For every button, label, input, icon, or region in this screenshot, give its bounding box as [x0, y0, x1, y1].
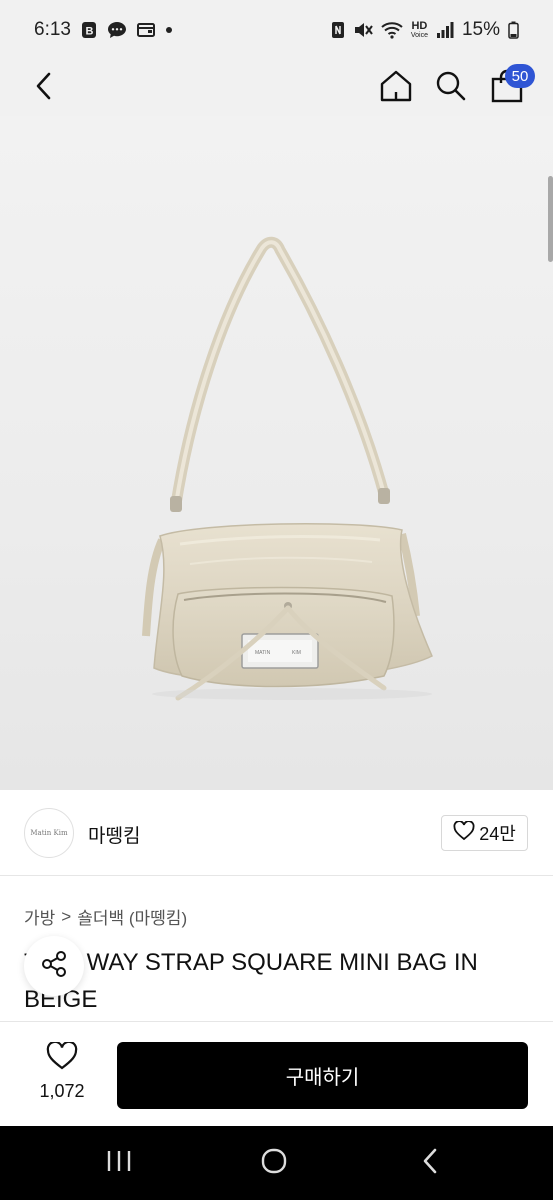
hd-voice-icon: HD Voice: [410, 20, 428, 40]
product-title: TWO WAY STRAP SQUARE MINI BAG IN BEIGE: [24, 949, 478, 1013]
nfc-icon: [331, 21, 345, 39]
home-nav-button[interactable]: [244, 1144, 304, 1182]
dot-icon: [165, 26, 173, 34]
signal-icon: [436, 21, 454, 39]
back-chevron-icon: [421, 1147, 439, 1180]
recent-apps-icon: [106, 1149, 132, 1178]
scrollbar-thumb[interactable]: [548, 176, 553, 262]
breadcrumb-separator: >: [61, 906, 72, 926]
home-circle-icon: [260, 1147, 288, 1180]
search-button[interactable]: [429, 66, 473, 110]
home-button[interactable]: [374, 66, 418, 110]
battery-percent: 15%: [461, 19, 500, 40]
status-bar: 6:13 B HD Voice 15%: [0, 0, 553, 60]
system-nav-bar: [0, 1126, 553, 1200]
recent-apps-button[interactable]: [89, 1144, 149, 1182]
cart-count-badge: 50: [505, 64, 535, 88]
battery-icon: [508, 21, 519, 39]
breadcrumb-category[interactable]: 가방: [24, 904, 55, 929]
brand-like-button[interactable]: 24만: [441, 815, 528, 851]
purchase-bar: 1,072 구매하기: [0, 1021, 553, 1126]
breadcrumb: 가방 > 숄더백 (마뗑킴): [24, 904, 187, 929]
b-app-icon: B: [81, 21, 97, 39]
cart-button[interactable]: 50: [485, 64, 535, 110]
svg-text:B: B: [85, 26, 93, 38]
plate-text-left: MATIN: [255, 650, 271, 656]
app-header: 50: [0, 60, 553, 116]
search-icon: [435, 70, 467, 107]
wallet-icon: [136, 22, 155, 38]
buy-button[interactable]: 구매하기: [117, 1042, 528, 1109]
wish-heart-icon: [46, 1040, 78, 1075]
breadcrumb-subcategory[interactable]: 숄더백 (마뗑킴): [77, 904, 187, 929]
wifi-icon: [381, 21, 403, 39]
voice-label: Voice: [410, 32, 428, 39]
share-icon: [39, 949, 69, 984]
back-arrow-icon: [32, 71, 56, 106]
heart-icon: [453, 819, 475, 846]
share-button[interactable]: [24, 936, 84, 996]
seller-row[interactable]: Matin Kim 마뗑킴 24만: [0, 790, 553, 876]
mute-icon: [353, 21, 373, 39]
wish-count: 1,072: [39, 1081, 85, 1101]
back-button[interactable]: [22, 66, 66, 110]
product-image[interactable]: MATIN KIM: [0, 116, 553, 790]
message-icon: [107, 21, 127, 39]
hd-label: HD: [411, 20, 428, 32]
bag-illustration: MATIN KIM: [142, 236, 433, 701]
seller-name[interactable]: 마뗑킴: [88, 821, 140, 848]
seller-logo[interactable]: Matin Kim: [24, 808, 74, 858]
brand-like-count: 24만: [479, 824, 516, 844]
status-time: 6:13: [34, 19, 71, 40]
wish-button[interactable]: 1,072: [24, 1040, 100, 1112]
home-icon: [379, 69, 413, 108]
back-nav-button[interactable]: [400, 1144, 460, 1182]
plate-text-right: KIM: [292, 650, 301, 656]
